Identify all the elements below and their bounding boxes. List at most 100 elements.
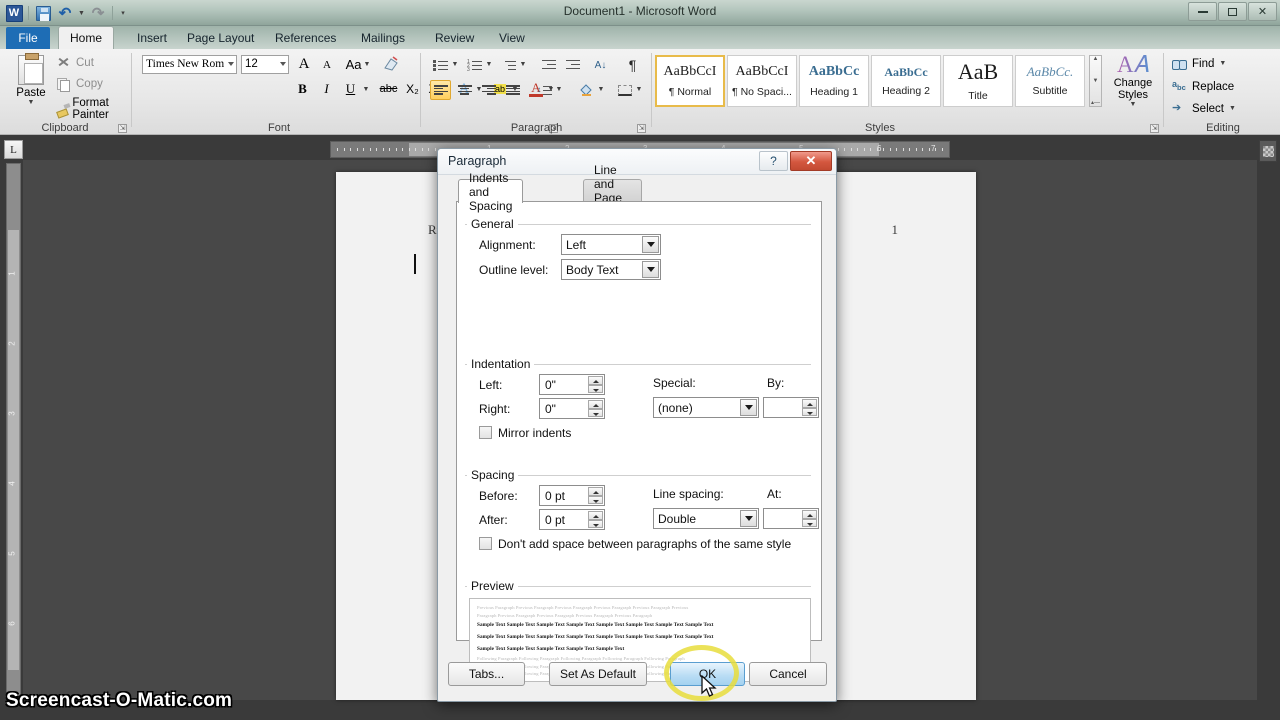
style-subtitle[interactable]: AaBbCc. Subtitle [1015, 55, 1085, 107]
style-heading-1[interactable]: AaBbCс Heading 1 [799, 55, 869, 107]
spin-down-icon[interactable] [802, 518, 817, 527]
change-styles-button[interactable]: A𝐴 Change Styles ▼ [1106, 53, 1160, 113]
numbering-dropdown-icon[interactable]: ▼ [484, 57, 494, 71]
align-left-button[interactable] [430, 80, 451, 100]
shading-button[interactable] [576, 80, 597, 100]
select-button[interactable]: ➔ Select ▼ [1172, 101, 1236, 116]
mirror-indents-checkbox[interactable] [479, 426, 492, 439]
chevron-down-icon[interactable] [740, 399, 757, 416]
grow-font-button[interactable]: A [294, 55, 314, 74]
by-spinner[interactable] [763, 397, 819, 418]
chevron-down-icon[interactable]: ▼ [363, 61, 370, 68]
chevron-down-icon[interactable] [642, 261, 659, 278]
line-spacing-button[interactable]: ↕ [534, 80, 555, 100]
italic-button[interactable]: I [316, 79, 337, 99]
underline-button[interactable]: U [340, 79, 361, 99]
style-heading-2[interactable]: AaBbCc Heading 2 [871, 55, 941, 107]
borders-button[interactable] [614, 80, 635, 100]
chevron-down-icon[interactable]: ▼ [1229, 105, 1236, 112]
multilevel-dropdown-icon[interactable]: ▼ [518, 57, 528, 71]
font-name-input[interactable]: Times New Rom [142, 55, 237, 74]
scroll-up-icon[interactable]: ▲ [1093, 56, 1099, 62]
bold-button[interactable]: B [292, 79, 313, 99]
tab-references[interactable]: References [264, 26, 347, 49]
dialog-close-button[interactable]: ✕ [790, 151, 832, 171]
alignment-combo[interactable]: Left [561, 234, 661, 255]
font-size-input[interactable]: 12 [241, 55, 289, 74]
spinner-arrows[interactable] [588, 400, 603, 417]
chevron-down-icon[interactable]: ▼ [1219, 60, 1226, 67]
spinner-arrows[interactable] [588, 376, 603, 393]
spinner-arrows[interactable] [588, 511, 603, 528]
restore-button[interactable] [1218, 2, 1247, 21]
change-case-button[interactable]: Aa ▼ [346, 55, 371, 74]
chevron-down-icon[interactable] [642, 236, 659, 253]
strikethrough-button[interactable]: abc [377, 79, 400, 99]
cut-button[interactable]: Cut [56, 55, 94, 70]
shading-dropdown-icon[interactable]: ▼ [596, 82, 606, 96]
paste-dropdown-icon[interactable]: ▼ [28, 99, 35, 106]
spinner-arrows[interactable] [588, 487, 603, 504]
line-spacing-combo[interactable]: Double [653, 508, 759, 529]
select-browse-object-button[interactable] [1259, 140, 1277, 162]
increase-indent-button[interactable] [562, 55, 583, 75]
more-styles-icon[interactable]: ▴— [1091, 99, 1100, 106]
tab-review[interactable]: Review [424, 26, 485, 49]
tab-insert[interactable]: Insert [126, 26, 178, 49]
cancel-button[interactable]: Cancel [749, 662, 827, 686]
spin-up-icon[interactable] [588, 487, 603, 496]
outline-level-combo[interactable]: Body Text [561, 259, 661, 280]
tab-indents-and-spacing[interactable]: Indents and Spacing [458, 171, 524, 213]
spin-down-icon[interactable] [802, 407, 817, 416]
clipboard-dialog-launcher[interactable]: ⇲ [118, 124, 127, 133]
spin-up-icon[interactable] [588, 400, 603, 409]
borders-dropdown-icon[interactable]: ▼ [634, 82, 644, 96]
decrease-indent-button[interactable] [538, 55, 559, 75]
tab-mailings[interactable]: Mailings [350, 26, 416, 49]
spin-down-icon[interactable] [588, 408, 603, 417]
dont-add-space-checkbox[interactable] [479, 537, 492, 550]
bullets-dropdown-icon[interactable]: ▼ [450, 57, 460, 71]
spin-up-icon[interactable] [588, 511, 603, 520]
justify-button[interactable] [502, 80, 523, 100]
style-normal[interactable]: AaBbCcI ¶ Normal [655, 55, 725, 107]
tab-file[interactable]: File [6, 27, 50, 49]
styles-dialog-launcher[interactable]: ⇲ [1150, 124, 1159, 133]
show-formatting-marks-button[interactable]: ¶ [622, 55, 643, 75]
style-no-spacing[interactable]: AaBbCcI ¶ No Spaci... [727, 55, 797, 107]
line-spacing-dropdown-icon[interactable]: ▼ [554, 82, 564, 96]
clear-formatting-button[interactable] [381, 54, 402, 75]
bullets-button[interactable] [430, 55, 451, 75]
spinner-arrows[interactable] [802, 399, 817, 416]
align-right-button[interactable] [478, 80, 499, 100]
find-button[interactable]: Find ▼ [1172, 57, 1226, 70]
shrink-font-button[interactable]: A [317, 56, 337, 74]
format-painter-button[interactable]: Format Painter [56, 97, 130, 121]
numbering-button[interactable]: 1 2 3 [464, 55, 485, 75]
tab-view[interactable]: View [488, 26, 536, 49]
vertical-ruler[interactable]: 1 2 3 4 5 6 [6, 163, 21, 698]
spinner-arrows[interactable] [802, 510, 817, 527]
tab-home[interactable]: Home [58, 26, 115, 49]
underline-dropdown-icon[interactable]: ▼ [361, 83, 371, 95]
spin-down-icon[interactable] [588, 495, 603, 504]
spin-up-icon[interactable] [802, 510, 817, 519]
dialog-help-button[interactable]: ? [759, 151, 788, 171]
tab-line-and-page-breaks[interactable]: Line and Page Breaks [583, 163, 643, 219]
copy-button[interactable]: Copy [56, 76, 103, 92]
spin-down-icon[interactable] [588, 519, 603, 528]
set-as-default-button[interactable]: Set As Default [549, 662, 647, 686]
at-spinner[interactable] [763, 508, 819, 529]
tab-stop-selector[interactable]: L [4, 140, 23, 159]
chevron-down-icon[interactable] [740, 510, 757, 527]
chevron-down-icon[interactable] [228, 62, 234, 66]
style-title[interactable]: AaB Title [943, 55, 1013, 107]
spin-up-icon[interactable] [802, 399, 817, 408]
scroll-down-icon[interactable]: ▼ [1093, 78, 1099, 84]
close-window-button[interactable]: ✕ [1248, 2, 1277, 21]
sort-button[interactable]: A↓ [590, 55, 611, 75]
minimize-button[interactable] [1188, 2, 1217, 21]
chevron-down-icon[interactable] [280, 62, 286, 66]
spacing-after-spinner[interactable]: 0 pt [539, 509, 605, 530]
replace-button[interactable]: abc Replace [1172, 79, 1234, 94]
